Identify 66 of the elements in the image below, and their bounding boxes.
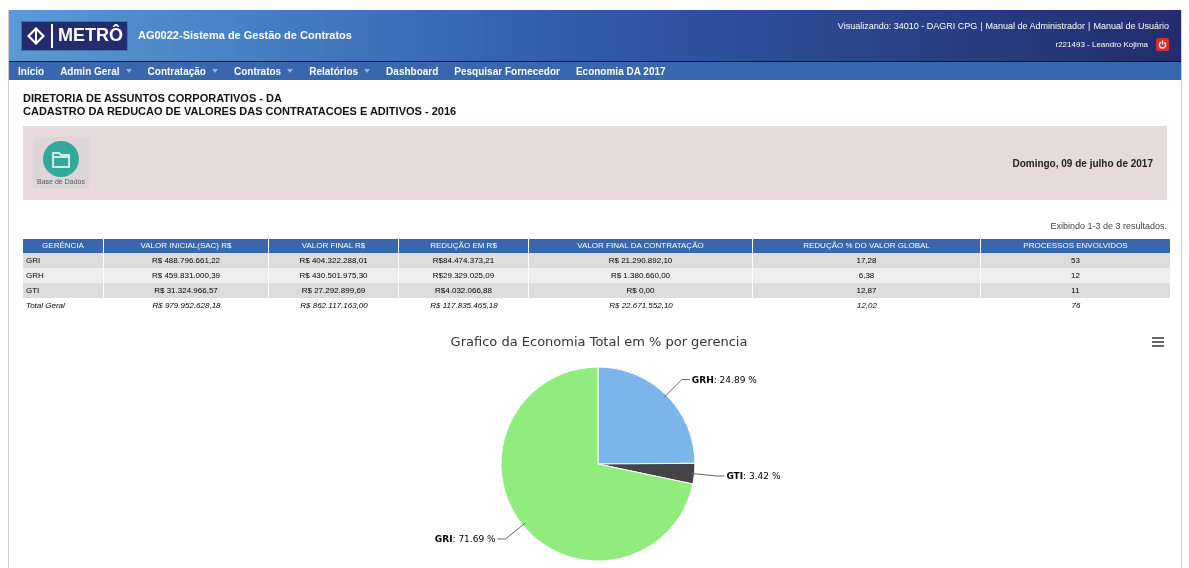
diamond-logo-icon xyxy=(26,25,46,46)
user-name: r221493 - Leandro Kojima xyxy=(1055,38,1148,51)
data-label: GRI: 71.69 % xyxy=(434,532,496,546)
link-separator: | xyxy=(1088,19,1091,33)
viewing-unit: Visualizando: 34010 - DAGRI CPG xyxy=(837,19,978,33)
column-header: VALOR INICIAL(SAC) R$ xyxy=(104,238,269,253)
nav-item[interactable]: Admin Geral xyxy=(60,63,132,79)
leader-line xyxy=(497,522,526,539)
table-cell: 53 xyxy=(981,252,1171,268)
total-cell-text: 76 xyxy=(1070,299,1082,312)
total-cell-text: R$ 22.671.552,10 xyxy=(608,299,674,312)
column-header: REDUÇÃO EM R$ xyxy=(399,238,529,253)
data-label: GTI: 3.42 % xyxy=(726,469,781,483)
table-cell: R$ 0,00 xyxy=(529,282,753,298)
table-cell: R$84.474.373,21 xyxy=(399,252,529,268)
column-header: GERÊNCIA xyxy=(23,238,104,253)
table-cell: R$ 488.796.661,22 xyxy=(104,252,269,268)
table-cell: R$ 430.501.975,30 xyxy=(269,267,399,283)
column-header: VALOR FINAL R$ xyxy=(269,238,399,253)
nav-item[interactable]: Relatórios xyxy=(309,63,371,79)
table-cell: GTI xyxy=(23,282,104,298)
table-cell: 6,38 xyxy=(753,267,981,283)
menu-icon[interactable] xyxy=(1151,335,1165,348)
table-cell: 12 xyxy=(981,267,1171,283)
nav-item[interactable]: Contratos xyxy=(233,63,294,79)
page-title: DIRETORIA DE ASSUNTOS CORPORATIVOS - DA xyxy=(23,92,283,105)
manual-link[interactable]: Manual de Administrador xyxy=(985,19,1086,34)
table-cell: R$ 404.322.288,01 xyxy=(269,252,399,268)
table-cell: R$29.329.025,09 xyxy=(399,267,529,283)
chart-title: Grafico da Economia Total em % por gerencia xyxy=(449,332,749,351)
table-cell: 12,87 xyxy=(753,282,981,298)
table-cell: R$ 31.324.966,57 xyxy=(104,282,269,298)
total-cell-text: R$ 979.952.628,18 xyxy=(151,299,222,312)
current-date: Domingo, 09 de julho de 2017 xyxy=(1012,156,1153,171)
table-cell: 11 xyxy=(981,282,1171,298)
nav-item[interactable]: Contratação xyxy=(147,63,218,79)
total-cell-text: Total Geral xyxy=(25,299,66,312)
data-label: GRH: 24.89 % xyxy=(691,373,757,387)
column-header: VALOR FINAL DA CONTRATAÇÃO xyxy=(529,238,753,253)
power-icon[interactable] xyxy=(1156,38,1169,52)
nav-item[interactable]: Economia DA 2017 xyxy=(575,63,666,79)
leader-line xyxy=(691,472,725,476)
table-cell: R$ 21.290.892,10 xyxy=(529,252,753,268)
total-cell-text: R$ 117.835.465,18 xyxy=(429,299,499,312)
results-summary: Exibindo 1-3 de 3 resultados. xyxy=(1050,220,1167,233)
page-title: CADASTRO DA REDUCAO DE VALORES DAS CONTRATACOES E ADITIVOS - 2016 xyxy=(23,105,458,118)
system-title: AG0022-Sistema de Gestão de Contratos xyxy=(138,28,352,44)
logo-text: METRÔ xyxy=(58,23,123,47)
nav-item[interactable]: Pesquisar Fornecedor xyxy=(454,63,560,79)
table-cell: GRH xyxy=(23,267,104,283)
table-cell: R$4.032.066,88 xyxy=(399,282,529,298)
table-cell: GRI xyxy=(23,252,104,268)
column-header: PROCESSOS ENVOLVIDOS xyxy=(981,238,1171,253)
leader-line xyxy=(663,378,691,398)
manual-link[interactable]: Manual de Usuário xyxy=(1093,19,1169,34)
total-cell-text: R$ 862.117.163,00 xyxy=(299,299,369,312)
table-cell: 17,28 xyxy=(753,252,981,268)
table-cell: R$ 27.292.899,69 xyxy=(269,282,399,298)
total-cell-text: 12,02 xyxy=(856,299,878,312)
folder-icon xyxy=(43,141,79,177)
nav-item[interactable]: Dashboard xyxy=(386,63,439,79)
link-separator: | xyxy=(980,19,983,33)
nav-item[interactable]: Início xyxy=(18,63,45,79)
column-header: REDUÇÃO % DO VALOR GLOBAL xyxy=(753,238,981,253)
table-cell: R$ 1.380.660,00 xyxy=(529,267,753,283)
table-cell: R$ 459.831.000,39 xyxy=(104,267,269,283)
